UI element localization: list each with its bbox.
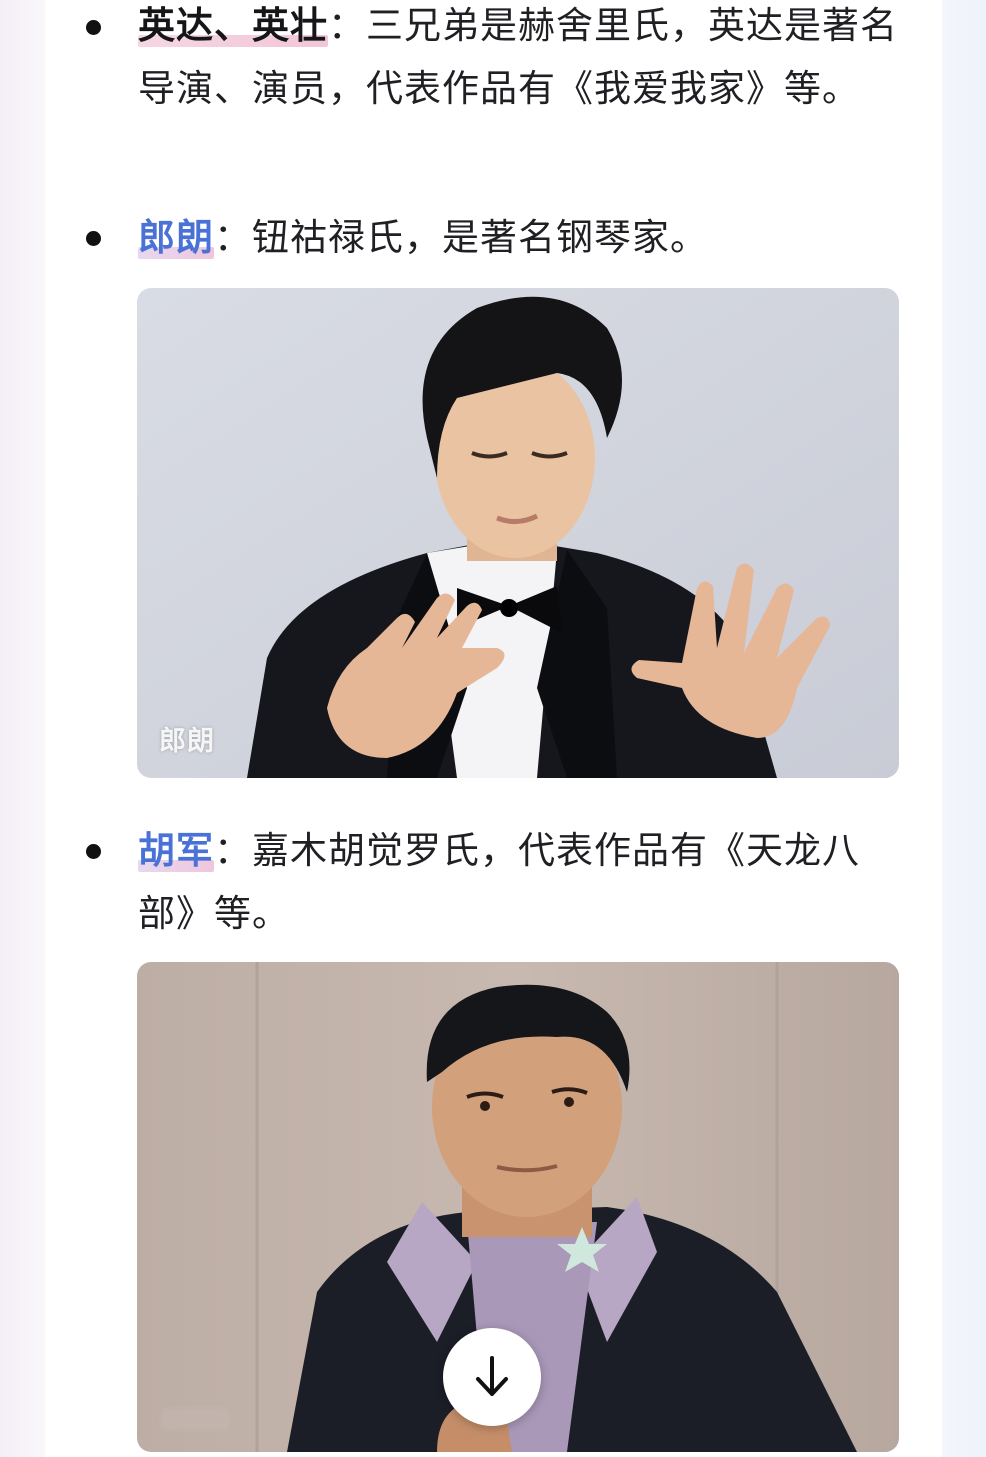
entry-name-link[interactable]: 郎朗 [138, 206, 214, 269]
photo-langlang[interactable]: 郎朗 [137, 288, 899, 778]
bullet [86, 844, 101, 859]
download-button[interactable] [443, 1328, 541, 1426]
entry-name-link[interactable]: 胡军 [138, 819, 214, 882]
entry-colon: ： [214, 216, 252, 259]
entry-text: 胡军：嘉木胡觉罗氏，代表作品有《天龙八部》等。 [138, 819, 898, 945]
entry-name[interactable]: 英达、英壮 [138, 0, 328, 57]
portrait-image [137, 288, 899, 778]
arrow-down-icon [476, 1356, 508, 1396]
entry-colon: ： [328, 4, 366, 47]
article-content: 英达、英壮：三兄弟是赫舍里氏，英达是著名导演、演员，代表作品有《我爱我家》等。 … [46, 0, 942, 1457]
entry-text: 英达、英壮：三兄弟是赫舍里氏，英达是著名导演、演员，代表作品有《我爱我家》等。 [138, 0, 898, 120]
watermark [161, 1408, 229, 1430]
entry-text: 郎朗：钮祜禄氏，是著名钢琴家。 [138, 206, 898, 269]
photo-hujun[interactable] [137, 962, 899, 1452]
entry-colon: ： [214, 829, 252, 872]
entry-description: 钮祜禄氏，是著名钢琴家。 [252, 216, 708, 259]
photo-caption: 郎朗 [159, 726, 215, 757]
bullet [86, 231, 101, 246]
bullet [86, 20, 101, 35]
